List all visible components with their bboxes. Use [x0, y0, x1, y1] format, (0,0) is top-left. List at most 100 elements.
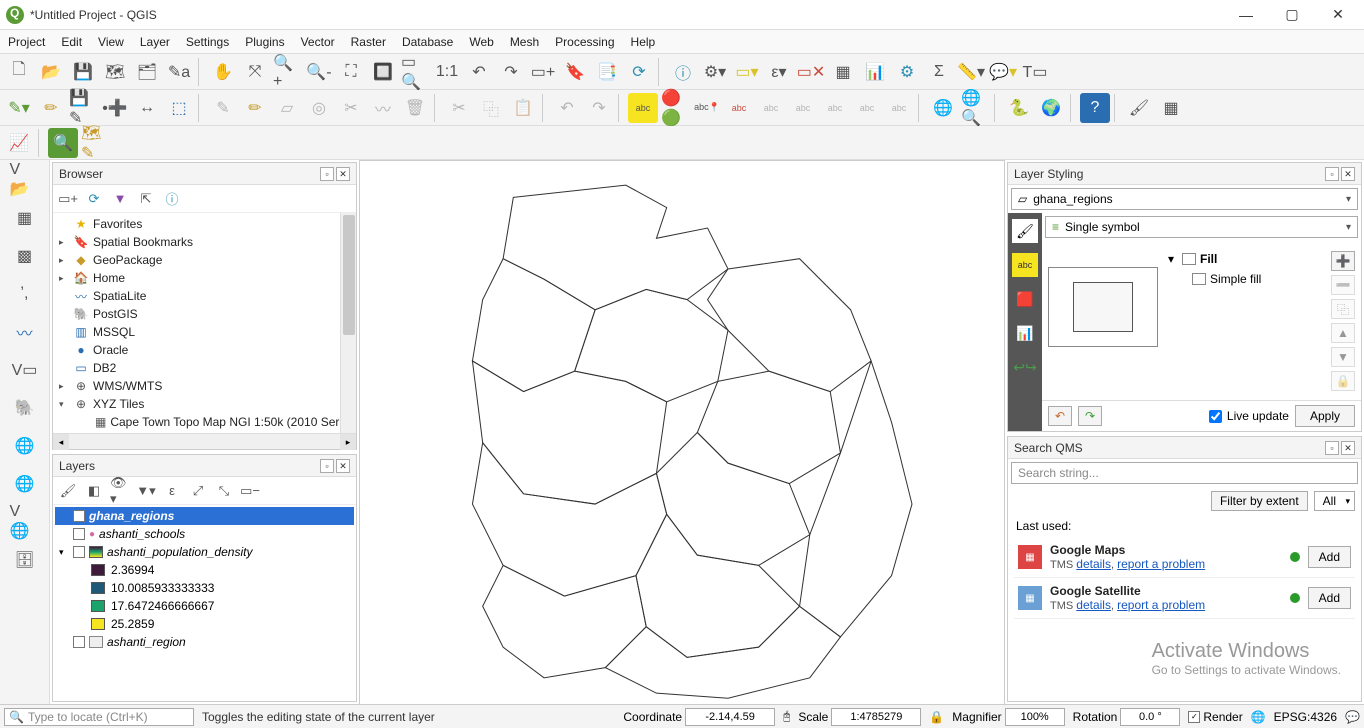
- browser-item[interactable]: 〰SpatiaLite: [57, 287, 352, 305]
- browser-refresh-icon[interactable]: ⟳: [83, 188, 105, 210]
- quick-osm-query-icon[interactable]: 🗺✎: [80, 128, 110, 158]
- apply-button[interactable]: Apply: [1295, 405, 1355, 427]
- live-update-checkbox[interactable]: Live update: [1209, 409, 1289, 423]
- osm-globe-icon[interactable]: 🌐: [928, 93, 958, 123]
- browser-item[interactable]: ▸◆GeoPackage: [57, 251, 352, 269]
- menu-raster[interactable]: Raster: [351, 35, 386, 49]
- menu-web[interactable]: Web: [469, 35, 493, 49]
- qms-report-link[interactable]: report a problem: [1117, 557, 1205, 571]
- styling-tab-diagram-icon[interactable]: 📊: [1012, 321, 1038, 345]
- zoom-in-icon[interactable]: 🔍+: [272, 57, 302, 87]
- menu-help[interactable]: Help: [631, 35, 656, 49]
- current-edits-icon[interactable]: ✎▾: [4, 93, 34, 123]
- fill-tree[interactable]: ▾Fill Simple fill: [1166, 247, 1323, 391]
- qms-filter-all-combo[interactable]: All: [1314, 491, 1355, 511]
- zoom-native-icon[interactable]: 1:1: [432, 57, 462, 87]
- browser-item[interactable]: ▥MSSQL: [57, 323, 352, 341]
- layers-collapse-icon[interactable]: ⤡: [213, 480, 235, 502]
- browser-item[interactable]: 🐘PostGIS: [57, 305, 352, 323]
- browser-tree[interactable]: ★Favorites▸🔖Spatial Bookmarks▸◆GeoPackag…: [53, 213, 356, 433]
- refresh-icon[interactable]: ⟳: [624, 57, 654, 87]
- deselect-icon[interactable]: ▭✕: [796, 57, 826, 87]
- label-hide-icon[interactable]: abc: [724, 93, 754, 123]
- close-button[interactable]: ✕: [1324, 6, 1352, 23]
- qms-search-input[interactable]: Search string...: [1011, 462, 1358, 484]
- pan-to-selection-icon[interactable]: ⤧: [240, 57, 270, 87]
- plugin-paint-icon[interactable]: 🖌: [1124, 93, 1154, 123]
- browser-item[interactable]: ▸🏠Home: [57, 269, 352, 287]
- layout-manager-icon[interactable]: 🗂: [132, 57, 162, 87]
- layers-filter-icon[interactable]: ▼▾: [135, 480, 157, 502]
- toggle-edit-icon[interactable]: ✏: [36, 93, 66, 123]
- save-project-icon[interactable]: 💾: [68, 57, 98, 87]
- pan-icon[interactable]: ✋: [208, 57, 238, 87]
- map-canvas[interactable]: [360, 160, 1004, 704]
- qms-details-link[interactable]: details: [1076, 598, 1111, 612]
- zoom-out-icon[interactable]: 🔍-: [304, 57, 334, 87]
- add-postgis-icon[interactable]: 🐘: [9, 392, 41, 424]
- layers-close-button[interactable]: ✕: [336, 459, 350, 473]
- add-wfs-icon[interactable]: V🌐: [9, 506, 41, 538]
- help-icon[interactable]: ?: [1080, 93, 1110, 123]
- browser-add-icon[interactable]: ▭+: [57, 188, 79, 210]
- browser-props-icon[interactable]: ⓘ: [161, 188, 183, 210]
- new-print-layout-icon[interactable]: 🗺: [100, 57, 130, 87]
- map-tips-icon[interactable]: 💬▾: [988, 57, 1018, 87]
- plugin-grid-icon[interactable]: ▦: [1156, 93, 1186, 123]
- layers-undock-button[interactable]: ▫: [320, 459, 334, 473]
- layers-expr-icon[interactable]: ε: [161, 480, 183, 502]
- styling-close-button[interactable]: ✕: [1341, 167, 1355, 181]
- scale-lock-icon[interactable]: 🔒: [929, 710, 944, 724]
- add-wms-icon[interactable]: 🌐: [9, 430, 41, 462]
- coord-input[interactable]: [685, 708, 775, 726]
- add-raster-icon[interactable]: ▦: [9, 202, 41, 234]
- toolbox-icon[interactable]: ⚙: [892, 57, 922, 87]
- symbol-type-combo[interactable]: ≡ Single symbol: [1045, 216, 1358, 238]
- crs-icon[interactable]: 🌐: [1251, 710, 1266, 724]
- select-icon[interactable]: ▭▾: [732, 57, 762, 87]
- add-wcs-icon[interactable]: 🌐: [9, 468, 41, 500]
- layers-eye-icon[interactable]: 👁▾: [109, 480, 131, 502]
- layer-class[interactable]: 17.6472466666667: [55, 597, 354, 615]
- menu-mesh[interactable]: Mesh: [510, 35, 539, 49]
- style-manager-icon[interactable]: ✎a: [164, 57, 194, 87]
- browser-collapse-icon[interactable]: ⇱: [135, 188, 157, 210]
- render-checkbox[interactable]: ✓Render: [1188, 710, 1242, 724]
- action-icon[interactable]: ⚙▾: [700, 57, 730, 87]
- browser-item[interactable]: ▸🔖Spatial Bookmarks: [57, 233, 352, 251]
- styling-undock-button[interactable]: ▫: [1325, 167, 1339, 181]
- attribute-table-icon[interactable]: ▦: [828, 57, 858, 87]
- show-bookmarks-icon[interactable]: 📑: [592, 57, 622, 87]
- styling-tab-labels-icon[interactable]: abc: [1012, 253, 1038, 277]
- menu-edit[interactable]: Edit: [61, 35, 82, 49]
- menu-settings[interactable]: Settings: [186, 35, 229, 49]
- save-edits-icon[interactable]: 💾✎: [68, 93, 98, 123]
- add-csv-icon[interactable]: ʼ,: [9, 278, 41, 310]
- browser-hscroll[interactable]: ◂▸: [53, 433, 356, 449]
- python-console-icon[interactable]: 🐍: [1004, 93, 1034, 123]
- zoom-full-icon[interactable]: ⛶: [336, 57, 366, 87]
- styling-layer-combo[interactable]: ▱ ghana_regions: [1011, 188, 1358, 210]
- browser-item[interactable]: ▭DB2: [57, 359, 352, 377]
- measure-icon[interactable]: 📏▾: [956, 57, 986, 87]
- menu-database[interactable]: Database: [402, 35, 453, 49]
- undo-style-button[interactable]: ↶: [1048, 406, 1072, 426]
- label-colors-icon[interactable]: 🔴🟢: [660, 93, 690, 123]
- qms-report-link[interactable]: report a problem: [1117, 598, 1205, 612]
- menu-processing[interactable]: Processing: [555, 35, 614, 49]
- qms-details-link[interactable]: details: [1076, 557, 1111, 571]
- text-annotation-icon[interactable]: T▭: [1020, 57, 1050, 87]
- menu-vector[interactable]: Vector: [301, 35, 335, 49]
- stats-icon[interactable]: Σ: [924, 57, 954, 87]
- browser-item[interactable]: ★Favorites: [57, 215, 352, 233]
- label-abc-icon[interactable]: abc: [628, 93, 658, 123]
- maximize-button[interactable]: ▢: [1278, 6, 1306, 23]
- layers-remove-icon[interactable]: ▭−: [239, 480, 261, 502]
- layer-class[interactable]: 2.36994: [55, 561, 354, 579]
- locator-input[interactable]: 🔍Type to locate (Ctrl+K): [4, 708, 194, 726]
- layer-class[interactable]: 25.2859: [55, 615, 354, 633]
- rotation-input[interactable]: [1120, 708, 1180, 726]
- layers-expand-icon[interactable]: ⤢: [187, 480, 209, 502]
- messages-icon[interactable]: 💬: [1345, 710, 1360, 724]
- add-mesh-icon[interactable]: ▩: [9, 240, 41, 272]
